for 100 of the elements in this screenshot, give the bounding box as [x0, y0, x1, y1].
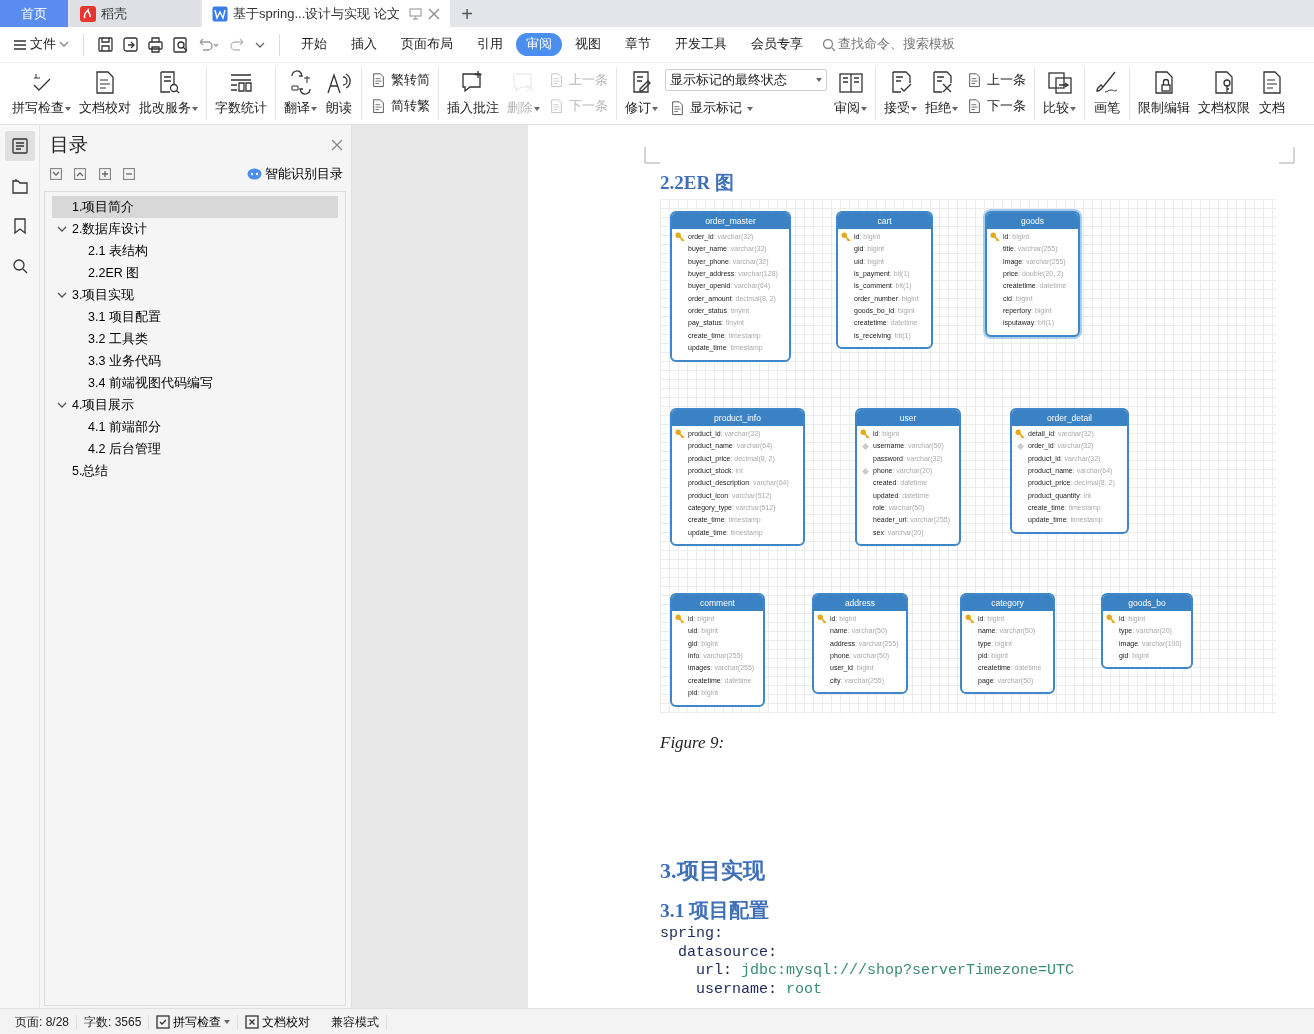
file-menu[interactable]: 文件 [10, 33, 73, 56]
expand-icon[interactable] [50, 168, 63, 180]
print-preview-icon[interactable] [171, 36, 189, 53]
robot-icon [246, 168, 262, 180]
toc-item[interactable]: 2.1 表结构 [52, 240, 338, 263]
search-box[interactable]: 查找命令、搜索模板 [821, 34, 966, 55]
caret-down-icon [192, 106, 198, 111]
word-count: 字数: 3565 [83, 1013, 143, 1031]
close-icon[interactable] [428, 7, 440, 20]
ribbon-button[interactable]: 拒绝 [921, 67, 963, 120]
key-icon [860, 429, 870, 439]
folder-tree-icon[interactable] [10, 177, 29, 195]
ribbon-button[interactable]: 限制编辑 [1134, 67, 1195, 120]
new-tab-button[interactable]: + [450, 0, 484, 27]
ribbon-button[interactable]: 批改服务 [135, 67, 202, 120]
table-title: user [857, 409, 959, 426]
table-title: category [962, 594, 1053, 611]
document-icon [370, 98, 387, 116]
subsection-heading: 3.1 项目配置 [660, 898, 771, 923]
ribbon-button[interactable]: 字数统计 [211, 67, 271, 120]
ribbon-button[interactable]: 审阅 [830, 67, 872, 120]
ribbon-tab[interactable]: 章节 [613, 33, 662, 56]
tab[interactable]: 稻壳 [70, 0, 200, 27]
toc-item[interactable]: 2.2ER 图 [52, 262, 338, 285]
key-icon [675, 232, 685, 242]
caret-down-icon [224, 1019, 231, 1024]
ribbon-button[interactable]: 文档权限 [1194, 67, 1255, 120]
ribbon-tab[interactable]: 引用 [465, 33, 514, 56]
ribbon-tab[interactable]: 视图 [563, 33, 612, 56]
ribbon-button[interactable]: 插入批注 [443, 67, 503, 120]
code-line: datasource: [677, 943, 779, 963]
entity-table[interactable] [1010, 407, 1129, 534]
compare-icon [1045, 69, 1074, 97]
close-icon[interactable] [331, 139, 343, 152]
table-title: order_detail [1012, 409, 1127, 426]
figure-caption: Figure 9: [660, 731, 726, 754]
status-select[interactable]: 显示标记的最终状态 [665, 69, 828, 91]
code-line: spring: [660, 925, 724, 944]
print-icon[interactable] [146, 36, 164, 53]
caret-down-icon [952, 106, 959, 111]
table-title: comment [672, 594, 763, 611]
spell-check-button[interactable]: 拼写检查 [149, 1012, 238, 1031]
smart-toc-button[interactable]: 智能识别目录 [243, 162, 346, 186]
ribbon-button[interactable]: 朗读 [321, 67, 357, 120]
ribbon-button[interactable]: 比较 [1039, 67, 1081, 120]
ribbon-button[interactable]: 显示标记 [665, 97, 828, 120]
caret-down-icon [652, 106, 658, 111]
chevron-down-icon [59, 41, 70, 48]
toc-item[interactable]: 3.4 前端视图代码编写 [52, 372, 338, 395]
remove-icon[interactable] [122, 168, 135, 180]
key-icon [675, 429, 685, 439]
diamond-icon [861, 442, 869, 450]
tab[interactable]: 基于spring...设计与实现 论文 [202, 0, 450, 27]
ribbon-button[interactable]: 上一条 [962, 68, 1031, 92]
toc-item[interactable]: 4.1 前端部分 [52, 416, 338, 439]
ribbon-tab[interactable]: 插入 [339, 33, 388, 56]
entity-table[interactable] [670, 407, 805, 547]
toc-item[interactable]: 3.2 工具类 [52, 328, 338, 351]
collapse-icon[interactable] [74, 168, 87, 180]
save-icon[interactable] [96, 36, 114, 53]
ribbon-tab[interactable]: 页面布局 [389, 33, 464, 56]
toc-item[interactable]: 4.2 后台管理 [52, 438, 338, 461]
entity-table[interactable] [670, 210, 791, 362]
ribbon-button[interactable]: 接受 [880, 67, 922, 120]
ribbon-button[interactable]: 修订 [621, 67, 662, 120]
export-icon[interactable] [121, 36, 139, 53]
toc-item[interactable]: 5.总结 [52, 460, 338, 483]
toc-item[interactable]: 1.项目简介 [52, 196, 338, 219]
caret-down-icon [1070, 106, 1077, 111]
table-title: product_info [672, 409, 803, 426]
table-title: cart [838, 212, 931, 229]
ribbon-button[interactable]: 文档校对 [75, 67, 135, 120]
page-count: 页面: 8/28 [14, 1013, 71, 1031]
ribbon-button[interactable]: 繁转简 [366, 68, 434, 92]
ribbon-button[interactable]: 文档 [1254, 67, 1291, 120]
ribbon-tab[interactable]: 开始 [289, 33, 338, 56]
toc-item[interactable]: 3.1 项目配置 [52, 306, 338, 329]
search-icon[interactable] [10, 257, 29, 275]
ribbon-button[interactable]: 简转繁 [366, 95, 434, 119]
ribbon-tab[interactable]: 会员专享 [739, 33, 814, 56]
caret-down-icon [816, 78, 823, 82]
table-title: goods_bo [1103, 594, 1191, 611]
compatibility-mode: 兼容模式 [329, 1013, 380, 1031]
ribbon-button[interactable]: 拼写检查 [8, 67, 75, 120]
ribbon-button[interactable]: 翻译 [280, 67, 321, 120]
proofread-button[interactable]: 文档校对 [238, 1012, 318, 1031]
ribbon-button[interactable]: 画笔 [1089, 67, 1126, 120]
caret-down-icon [65, 106, 71, 111]
toc-item[interactable]: 4.项目展示 [52, 394, 338, 417]
table-title: goods [987, 212, 1078, 229]
toc-item[interactable]: 2.数据库设计 [52, 218, 338, 241]
outline-icon[interactable] [10, 137, 29, 155]
add-icon[interactable] [98, 168, 111, 180]
toc-item[interactable]: 3.3 业务代码 [52, 350, 338, 373]
section-heading: 2.2ER 图 [660, 172, 735, 195]
key-icon [1106, 614, 1116, 624]
ribbon-button[interactable]: 下一条 [962, 95, 1031, 119]
toc-item[interactable]: 3.项目实现 [52, 284, 338, 307]
ribbon-tab[interactable]: 开发工具 [663, 33, 738, 56]
key-icon [841, 232, 851, 242]
